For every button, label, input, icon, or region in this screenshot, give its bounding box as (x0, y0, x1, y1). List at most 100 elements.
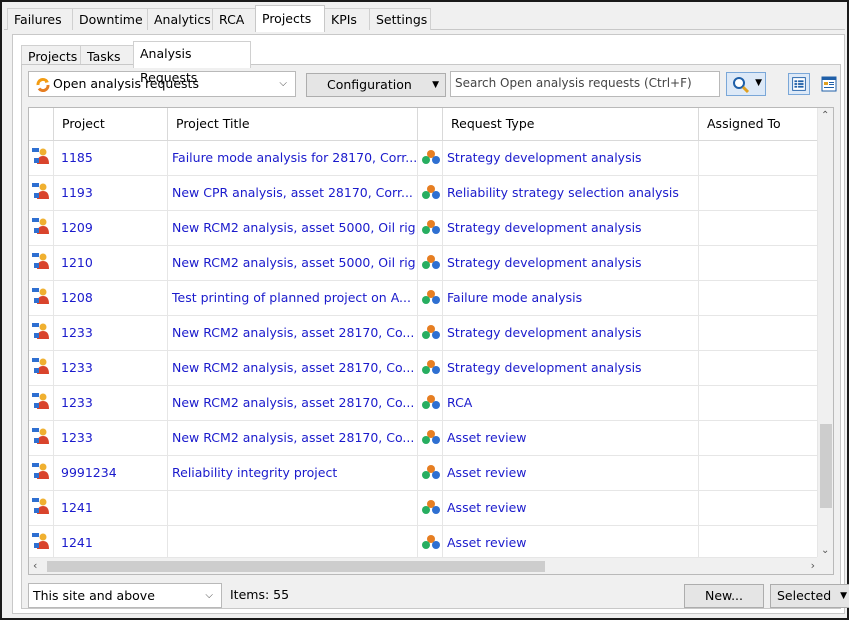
project-title-cell[interactable]: New CPR analysis, asset 28170, Corr... (168, 176, 418, 211)
project-title-cell[interactable] (168, 491, 418, 526)
table-row[interactable]: 1233 New RCM2 analysis, asset 28170, Co..… (29, 421, 819, 456)
project-cell[interactable]: 1209 (54, 211, 168, 246)
assigned-to-cell[interactable] (699, 316, 819, 351)
tab-rca[interactable]: RCA (212, 8, 256, 30)
table-row[interactable]: 1233 New RCM2 analysis, asset 28170, Co..… (29, 386, 819, 421)
request-type-cell[interactable]: Strategy development analysis (443, 351, 699, 386)
assigned-to-cell[interactable] (699, 281, 819, 316)
table-row[interactable]: 1210 New RCM2 analysis, asset 5000, Oil r… (29, 246, 819, 281)
scroll-right-icon[interactable]: › (811, 559, 815, 572)
request-type-cell[interactable]: Asset review (443, 491, 699, 526)
request-type-cell[interactable]: Asset review (443, 421, 699, 456)
project-title-cell[interactable] (168, 526, 418, 561)
assigned-to-cell[interactable] (699, 526, 819, 561)
search-button[interactable]: ▼ (726, 72, 766, 96)
table-row[interactable]: 1185 Failure mode analysis for 28170, Cor… (29, 141, 819, 176)
project-cell[interactable]: 1185 (54, 141, 168, 176)
horizontal-scroll-thumb[interactable] (47, 561, 545, 572)
project-cell[interactable]: 1233 (54, 421, 168, 456)
configuration-button[interactable]: Configuration ▼ (306, 73, 446, 97)
request-type-cell[interactable]: Asset review (443, 526, 699, 561)
assigned-to-cell[interactable] (699, 211, 819, 246)
project-cell[interactable]: 1241 (54, 526, 168, 561)
project-cell[interactable]: 1208 (54, 281, 168, 316)
vertical-scrollbar[interactable]: ⌃ ⌄ (817, 108, 833, 558)
project-title-cell[interactable]: Test printing of planned project on A... (168, 281, 418, 316)
project-title-cell[interactable]: New RCM2 analysis, asset 28170, Co... (168, 351, 418, 386)
table-row[interactable]: 1241 Asset review (29, 526, 819, 561)
scroll-down-icon[interactable]: ⌄ (821, 545, 829, 556)
tab-failures[interactable]: Failures (7, 8, 73, 30)
table-row[interactable]: 9991234 Reliability integrity project Asse… (29, 456, 819, 491)
tab-projects[interactable]: Projects (255, 5, 325, 32)
project-title-cell[interactable]: New RCM2 analysis, asset 28170, Co... (168, 421, 418, 456)
request-type-cell[interactable]: Strategy development analysis (443, 316, 699, 351)
scroll-up-icon[interactable]: ⌃ (821, 110, 829, 121)
project-cell[interactable]: 1210 (54, 246, 168, 281)
request-icon-cell (418, 176, 443, 211)
search-input[interactable]: Search Open analysis requests (Ctrl+F) (450, 71, 720, 97)
project-title-cell[interactable]: New RCM2 analysis, asset 5000, Oil rig (168, 211, 418, 246)
analysis-request-icon (422, 255, 440, 269)
table-row[interactable]: 1193 New CPR analysis, asset 28170, Corr.… (29, 176, 819, 211)
vertical-scroll-thumb[interactable] (820, 424, 832, 508)
assigned-to-cell[interactable] (699, 246, 819, 281)
project-title-cell[interactable]: New RCM2 analysis, asset 28170, Co... (168, 386, 418, 421)
table-row[interactable]: 1241 Asset review (29, 491, 819, 526)
request-type-cell[interactable]: Failure mode analysis (443, 281, 699, 316)
row-icon-cell (29, 456, 54, 491)
project-person-icon (32, 533, 49, 549)
assigned-to-cell[interactable] (699, 421, 819, 456)
assigned-to-cell[interactable] (699, 351, 819, 386)
column-header-request-type[interactable]: Request Type (443, 108, 699, 141)
request-type-cell[interactable]: RCA (443, 386, 699, 421)
row-icon-cell (29, 316, 54, 351)
assigned-to-cell[interactable] (699, 456, 819, 491)
new-button[interactable]: New... (684, 584, 764, 608)
request-type-cell[interactable]: Strategy development analysis (443, 246, 699, 281)
list-view-icon[interactable] (788, 73, 810, 95)
table-row[interactable]: 1208 Test printing of planned project on … (29, 281, 819, 316)
details-view-icon[interactable] (818, 73, 840, 95)
column-header-project-title[interactable]: Project Title (168, 108, 418, 141)
subtab-analysis-requests[interactable]: Analysis Requests (133, 41, 251, 85)
project-title-cell[interactable]: Reliability integrity project (168, 456, 418, 491)
tab-downtime[interactable]: Downtime (72, 8, 148, 30)
project-person-icon (32, 498, 49, 514)
table-row[interactable]: 1209 New RCM2 analysis, asset 5000, Oil r… (29, 211, 819, 246)
assigned-to-cell[interactable] (699, 141, 819, 176)
project-title-cell[interactable]: Failure mode analysis for 28170, Corr... (168, 141, 418, 176)
row-icon-cell (29, 246, 54, 281)
tab-kpis[interactable]: KPIs (324, 8, 370, 30)
selected-label: Selected (777, 588, 832, 603)
assigned-to-cell[interactable] (699, 491, 819, 526)
assigned-to-cell[interactable] (699, 386, 819, 421)
request-type-cell[interactable]: Strategy development analysis (443, 141, 699, 176)
project-title-cell[interactable]: New RCM2 analysis, asset 5000, Oil rig (168, 246, 418, 281)
request-type-cell[interactable]: Asset review (443, 456, 699, 491)
request-type-cell[interactable]: Reliability strategy selection analysis (443, 176, 699, 211)
analysis-request-icon (422, 150, 440, 164)
request-type-cell[interactable]: Strategy development analysis (443, 211, 699, 246)
assigned-to-cell[interactable] (699, 176, 819, 211)
scope-select[interactable]: This site and above ⌵ (28, 583, 222, 608)
project-cell[interactable]: 9991234 (54, 456, 168, 491)
table-row[interactable]: 1233 New RCM2 analysis, asset 28170, Co..… (29, 316, 819, 351)
table-row[interactable]: 1233 New RCM2 analysis, asset 28170, Co..… (29, 351, 819, 386)
scroll-left-icon[interactable]: ‹ (33, 559, 37, 572)
column-header-assigned-to[interactable]: Assigned To (699, 108, 819, 141)
column-header-project[interactable]: Project (54, 108, 168, 141)
project-cell[interactable]: 1193 (54, 176, 168, 211)
selected-button[interactable]: Selected ▼ (770, 584, 849, 608)
tab-settings[interactable]: Settings (369, 8, 431, 30)
project-person-icon (32, 253, 49, 269)
project-cell[interactable]: 1233 (54, 316, 168, 351)
project-cell[interactable]: 1241 (54, 491, 168, 526)
tab-analytics[interactable]: Analytics (147, 8, 213, 30)
horizontal-scrollbar[interactable]: ‹ › (29, 557, 819, 574)
header-icon-column (29, 108, 54, 141)
request-icon-cell (418, 491, 443, 526)
project-cell[interactable]: 1233 (54, 386, 168, 421)
project-title-cell[interactable]: New RCM2 analysis, asset 28170, Co... (168, 316, 418, 351)
project-cell[interactable]: 1233 (54, 351, 168, 386)
